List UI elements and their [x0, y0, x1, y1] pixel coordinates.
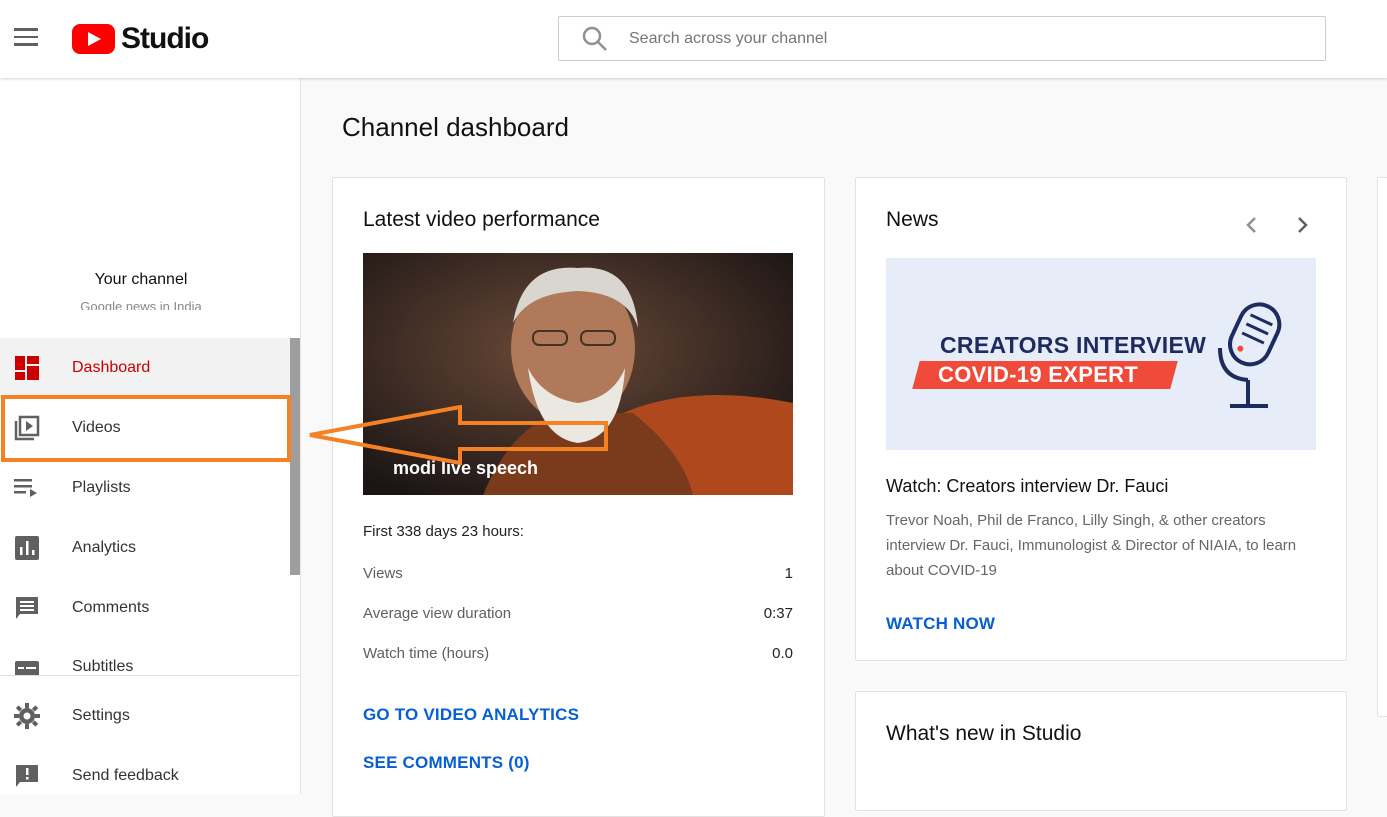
- microphone-icon: [1218, 302, 1282, 408]
- studio-logo[interactable]: Studio: [72, 22, 209, 56]
- banner-line-1: CREATORS INTERVIEW: [940, 332, 1207, 358]
- stat-row-views: Views 1: [363, 565, 793, 582]
- analytics-icon: [14, 535, 40, 561]
- banner-line-2: COVID-19 EXPERT: [938, 362, 1139, 387]
- sidebar-item-dashboard[interactable]: Dashboard: [0, 338, 290, 398]
- youtube-logo-icon: [72, 24, 115, 54]
- playlists-icon: [14, 475, 40, 501]
- watch-now-link[interactable]: WATCH NOW: [886, 614, 995, 634]
- see-comments-link[interactable]: SEE COMMENTS (0): [363, 753, 530, 773]
- news-article-title[interactable]: Watch: Creators interview Dr. Fauci: [886, 476, 1168, 497]
- annotation-arrow-icon: [309, 405, 608, 465]
- feedback-icon: [14, 763, 40, 789]
- chevron-right-icon[interactable]: [1289, 212, 1315, 238]
- sidebar-item-label: Send feedback: [72, 767, 179, 784]
- sidebar-item-label: Settings: [72, 707, 130, 724]
- card-title: Latest video performance: [363, 208, 600, 231]
- comments-icon: [14, 595, 40, 621]
- stat-label: Views: [363, 565, 403, 582]
- page-title: Channel dashboard: [342, 112, 569, 142]
- sidebar-item-label: Playlists: [72, 479, 131, 496]
- card-title: News: [886, 208, 939, 231]
- sidebar-item-send-feedback[interactable]: Send feedback: [0, 746, 290, 806]
- partial-card: [1377, 177, 1387, 717]
- whats-new-card: What's new in Studio: [855, 691, 1347, 811]
- dashboard-icon: [14, 355, 40, 381]
- search-bar[interactable]: [558, 16, 1326, 61]
- sidebar-item-label: Subtitles: [72, 658, 134, 675]
- stat-row-watch-time: Watch time (hours) 0.0: [363, 645, 793, 662]
- stat-label: Average view duration: [363, 605, 512, 622]
- stat-value: 0:37: [763, 605, 793, 622]
- stat-value: 1: [784, 565, 793, 582]
- card-title: What's new in Studio: [886, 722, 1082, 745]
- stat-row-avg-duration: Average view duration 0:37: [363, 605, 793, 622]
- news-banner[interactable]: CREATORS INTERVIEW COVID-19 EXPERT: [886, 258, 1316, 450]
- video-analytics-link[interactable]: GO TO VIDEO ANALYTICS: [363, 705, 579, 725]
- stat-value: 0.0: [772, 645, 793, 662]
- sidebar-item-label: Analytics: [72, 539, 137, 556]
- news-card: News CREATORS INTERVIEW COVID-19 EXPERT …: [855, 177, 1347, 661]
- annotation-highlight-box: [1, 395, 291, 462]
- period-label: First 338 days 23 hours:: [363, 523, 524, 540]
- logo-text: Studio: [121, 22, 209, 55]
- sidebar-item-playlists[interactable]: Playlists: [0, 458, 290, 518]
- subtitles-icon: [14, 658, 40, 675]
- sidebar-divider: [0, 675, 300, 676]
- sidebar-item-label: Comments: [72, 599, 150, 616]
- news-article-description: Trevor Noah, Phil de Franco, Lilly Singh…: [886, 512, 1297, 579]
- sidebar-item-label: Dashboard: [72, 359, 151, 376]
- gear-icon: [14, 703, 40, 729]
- sidebar-item-analytics[interactable]: Analytics: [0, 518, 290, 578]
- sidebar-item-settings[interactable]: Settings: [0, 686, 290, 746]
- chevron-left-icon[interactable]: [1239, 212, 1265, 238]
- latest-video-card: Latest video performance modi live speec…: [332, 177, 825, 817]
- search-input[interactable]: [629, 29, 1229, 48]
- sidebar-item-comments[interactable]: Comments: [0, 578, 290, 638]
- channel-name: Google news in India: [80, 300, 202, 310]
- sidebar-scrollbar[interactable]: [290, 338, 300, 575]
- search-icon[interactable]: [581, 25, 609, 53]
- your-channel-label[interactable]: Your channel: [0, 271, 282, 289]
- top-bar: Studio: [0, 0, 1387, 78]
- menu-icon[interactable]: [14, 28, 40, 48]
- sidebar-item-subtitles[interactable]: Subtitles: [0, 638, 290, 675]
- stat-label: Watch time (hours): [363, 645, 490, 662]
